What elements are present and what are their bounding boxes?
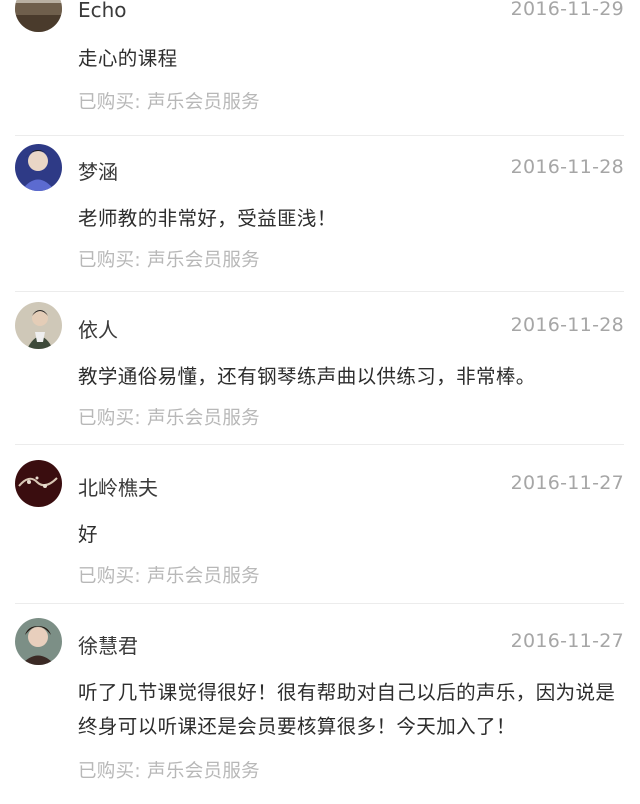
user-avatar[interactable]	[15, 460, 62, 507]
review-comment: 好	[78, 523, 98, 546]
purchase-info: 已购买: 声乐会员服务	[78, 761, 260, 782]
purchase-info: 已购买: 声乐会员服务	[78, 92, 260, 113]
user-avatar[interactable]	[15, 618, 62, 665]
purchase-info: 已购买: 声乐会员服务	[78, 408, 260, 429]
purchase-info: 已购买: 声乐会员服务	[78, 566, 260, 587]
review-date: 2016-11-27	[510, 472, 624, 494]
divider	[15, 603, 624, 604]
review-date: 2016-11-28	[510, 156, 624, 178]
avatar-landscape-icon	[15, 0, 62, 32]
divider	[15, 135, 624, 136]
avatar-portrait-icon	[15, 618, 62, 665]
user-avatar[interactable]	[15, 144, 62, 191]
reviewer-name[interactable]: 依人	[78, 314, 118, 343]
review-date: 2016-11-28	[510, 314, 624, 336]
divider	[15, 444, 624, 445]
review-date: 2016-11-29	[510, 0, 624, 20]
purchase-info: 已购买: 声乐会员服务	[78, 250, 260, 271]
user-avatar[interactable]	[15, 302, 62, 349]
review-comment: 听了几节课觉得很好！很有帮助对自己以后的声乐，因为说是终身可以听课还是会员要核算…	[78, 681, 616, 738]
avatar-dark-art-icon	[15, 460, 62, 507]
review-list: Echo 2016-11-29 走心的课程 已购买: 声乐会员服务 梦涵 201…	[0, 0, 640, 804]
reviewer-name[interactable]: 北岭樵夫	[78, 472, 158, 501]
user-avatar[interactable]	[15, 0, 62, 32]
reviewer-name[interactable]: 梦涵	[78, 156, 118, 185]
reviewer-name[interactable]: Echo	[78, 0, 127, 22]
review-comment: 走心的课程	[78, 47, 178, 70]
avatar-portrait-icon	[15, 302, 62, 349]
avatar-portrait-icon	[15, 144, 62, 191]
divider	[15, 291, 624, 292]
review-comment: 老师教的非常好，受益匪浅！	[78, 207, 337, 230]
review-date: 2016-11-27	[510, 630, 624, 652]
reviewer-name[interactable]: 徐慧君	[78, 630, 138, 659]
review-comment: 教学通俗易懂，还有钢琴练声曲以供练习，非常棒。	[78, 365, 536, 388]
